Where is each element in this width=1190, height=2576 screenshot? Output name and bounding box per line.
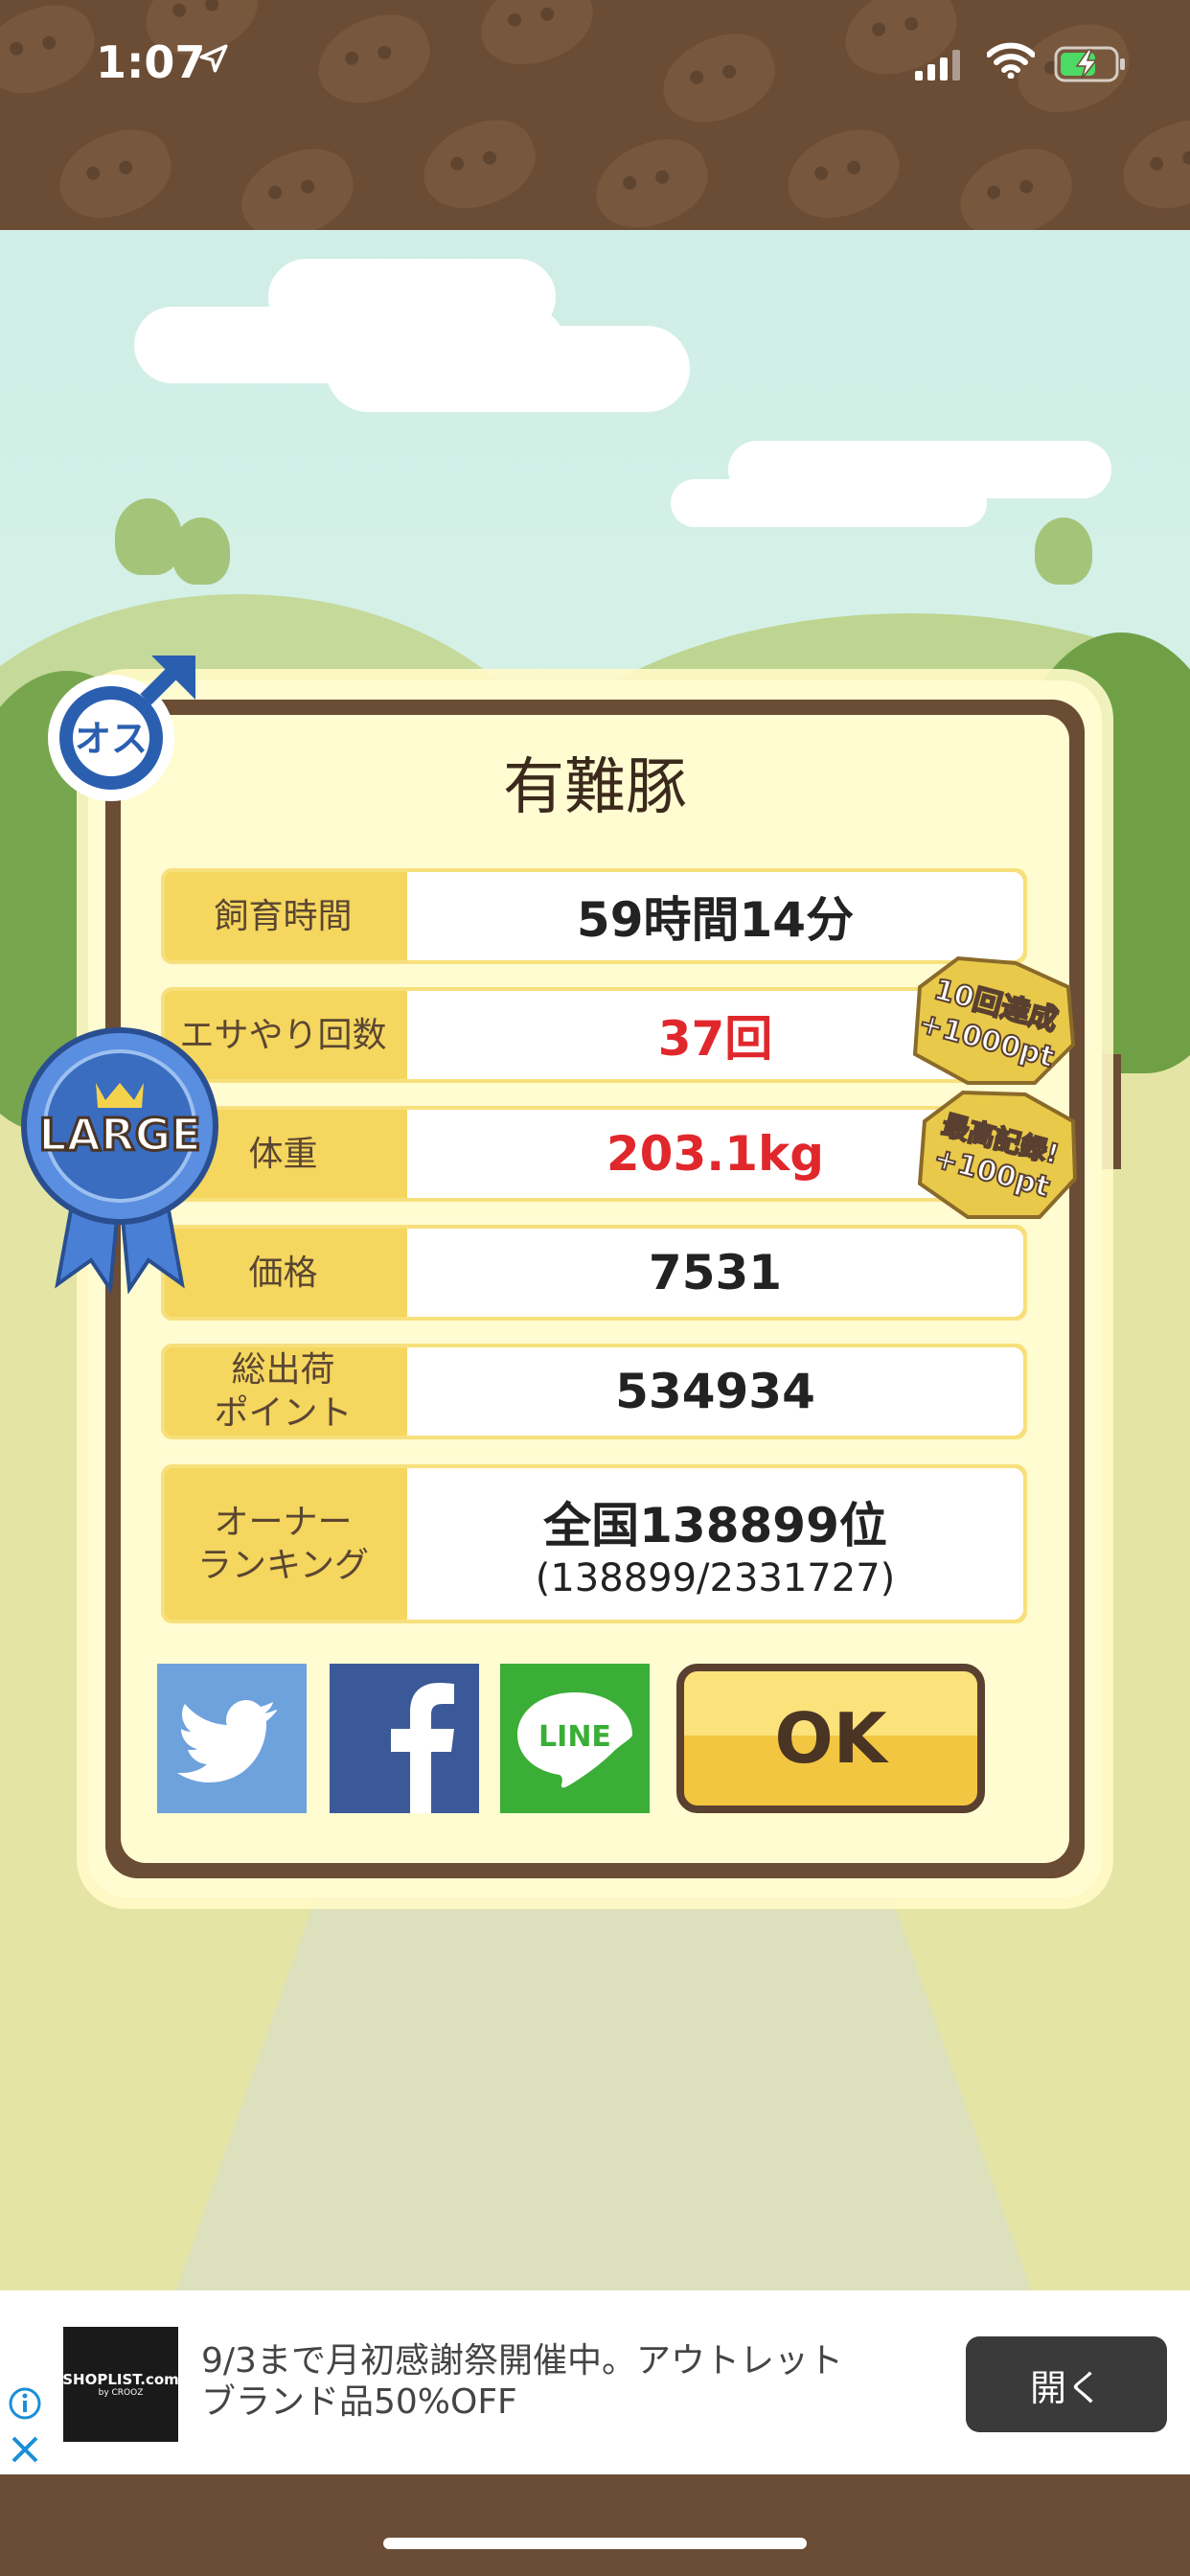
bonus-badge-record-icon: 最高記録! +100pt xyxy=(917,1090,1078,1219)
male-gender-icon: オス xyxy=(48,656,195,801)
line-label: LINE xyxy=(538,1720,611,1754)
row-label: オーナー ランキング xyxy=(197,1503,369,1585)
row-weight: 体重 203.1kg xyxy=(161,1106,1027,1202)
ad-logo[interactable]: SHOPLIST.com by CROOZ xyxy=(62,2327,179,2442)
row-value: 59時間14分 xyxy=(407,872,1023,960)
status-time: 1:07 xyxy=(96,36,206,88)
ad-text-line2: ブランド品50%OFF xyxy=(201,2382,517,2423)
row-label: 飼育時間 xyxy=(214,896,353,936)
ranking-detail: (138899/2331727) xyxy=(535,1556,896,1600)
wifi-icon xyxy=(987,42,1035,79)
row-value: 534934 xyxy=(407,1347,1023,1436)
twitter-share-button[interactable] xyxy=(157,1664,307,1813)
ad-close-icon[interactable] xyxy=(8,2432,42,2467)
ad-banner[interactable]: SHOPLIST.com by CROOZ 9/3まで月初感謝祭開催中。アウトレ… xyxy=(0,2290,1190,2474)
row-price: 価格 7531 xyxy=(161,1225,1027,1321)
row-feeding-count: エサやり回数 37回 xyxy=(161,987,1027,1083)
ranking-value: 全国138899位 xyxy=(543,1498,887,1553)
cellular-signal-icon xyxy=(915,50,960,80)
ad-logo-text: SHOPLIST.com xyxy=(62,2371,179,2388)
home-indicator[interactable] xyxy=(383,2538,807,2549)
bonus-badge-feeding-icon: 10回達成 +1000pt xyxy=(912,955,1076,1085)
ad-text-line1: 9/3まで月初感謝祭開催中。アウトレット xyxy=(201,2341,843,2380)
row-value: 7531 xyxy=(407,1229,1023,1317)
facebook-share-button[interactable] xyxy=(330,1664,479,1813)
row-total-shipping-points: 総出荷 ポイント 534934 xyxy=(161,1344,1027,1439)
bottom-pattern-bar xyxy=(0,2474,1190,2576)
battery-charging-icon xyxy=(1054,46,1125,82)
ad-open-button[interactable]: 開く xyxy=(966,2336,1167,2432)
row-label: 総出荷 ポイント xyxy=(214,1350,353,1433)
large-ribbon-badge-icon: LARGE xyxy=(21,1027,218,1294)
ok-button[interactable]: OK xyxy=(676,1664,985,1813)
line-share-button[interactable]: LINE xyxy=(500,1664,650,1813)
location-arrow-icon xyxy=(199,44,228,73)
ad-text[interactable]: 9/3まで月初感謝祭開催中。アウトレット ブランド品50%OFF xyxy=(201,2340,929,2423)
ribbon-label: LARGE xyxy=(38,1109,201,1161)
row-owner-ranking: オーナー ランキング 全国138899位 (138899/2331727) xyxy=(161,1464,1027,1623)
ad-info-icon[interactable] xyxy=(8,2386,42,2421)
ad-logo-sub: by CROOZ xyxy=(98,2388,144,2398)
status-bar: 1:07 xyxy=(0,0,1190,134)
gender-badge-label: オス xyxy=(75,718,148,760)
pig-name-title: 有難豚 xyxy=(503,752,687,823)
row-value: 全国138899位 (138899/2331727) xyxy=(407,1468,1023,1620)
row-breeding-time: 飼育時間 59時間14分 xyxy=(161,868,1027,964)
